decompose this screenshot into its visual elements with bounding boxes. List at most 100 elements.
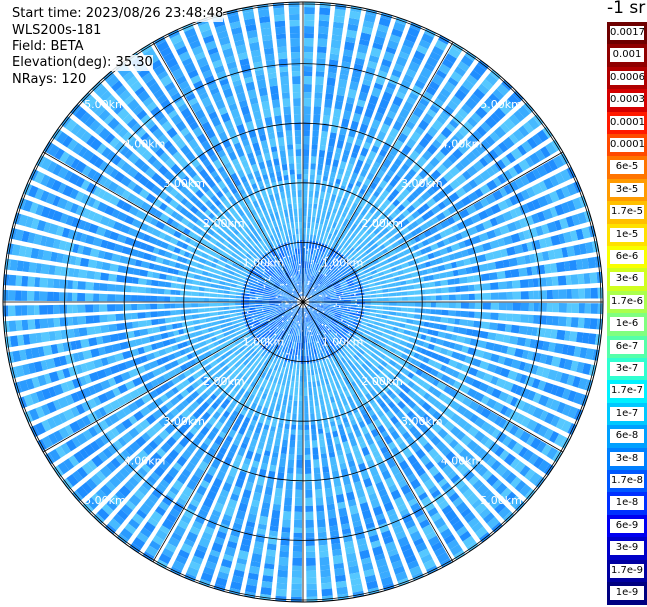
range-gate xyxy=(157,288,165,295)
range-gate xyxy=(278,564,289,571)
range-gate xyxy=(317,38,328,48)
range-gate xyxy=(290,174,296,180)
range-gate xyxy=(448,302,456,309)
range-gate xyxy=(303,66,313,72)
range-gate xyxy=(518,325,528,335)
range-gate xyxy=(303,58,313,67)
range-gate xyxy=(305,537,315,546)
range-gate xyxy=(296,454,303,460)
range-gate xyxy=(468,302,475,309)
range-gate xyxy=(107,294,116,302)
range-gate xyxy=(370,302,377,305)
range-gate xyxy=(292,545,302,552)
range-gate xyxy=(308,381,312,388)
range-gate xyxy=(279,550,289,558)
range-gate xyxy=(307,216,311,223)
range-gate xyxy=(305,505,314,512)
range-gate xyxy=(60,329,70,340)
range-gate xyxy=(275,588,287,597)
range-gate xyxy=(171,323,178,330)
range-gate xyxy=(303,169,309,175)
range-gate xyxy=(512,302,521,311)
range-gate xyxy=(138,278,147,285)
range-gate xyxy=(326,503,335,511)
range-gate xyxy=(115,304,124,312)
range-gate xyxy=(303,163,309,170)
range-gate xyxy=(440,317,449,324)
range-gate xyxy=(289,14,300,21)
range-gate xyxy=(273,107,282,117)
range-gate xyxy=(318,20,330,28)
range-gate xyxy=(209,303,218,307)
range-gate xyxy=(286,136,293,145)
range-gate xyxy=(131,286,138,293)
range-gate xyxy=(294,216,298,223)
range-gate xyxy=(133,268,141,276)
range-gate xyxy=(217,298,224,302)
range-gate xyxy=(85,281,94,291)
range-gate xyxy=(269,85,279,95)
range-gate xyxy=(296,169,302,175)
range-gate xyxy=(285,130,293,137)
range-gate xyxy=(291,570,302,578)
range-gate xyxy=(318,544,329,552)
range-gate xyxy=(276,427,283,434)
range-gate xyxy=(180,309,186,315)
range-gate xyxy=(145,287,151,294)
range-gate xyxy=(59,317,69,327)
range-gate xyxy=(170,310,176,316)
range-gate xyxy=(324,479,332,489)
range-gate xyxy=(150,303,158,310)
range-gate xyxy=(27,305,35,316)
range-gate xyxy=(557,316,567,327)
range-gate xyxy=(59,304,68,314)
range-gate xyxy=(508,335,519,345)
range-gate xyxy=(322,466,330,473)
range-gate xyxy=(108,273,117,282)
range-gate xyxy=(284,114,292,123)
range-gate xyxy=(281,84,290,94)
range-gate xyxy=(309,395,313,401)
range-gate xyxy=(289,163,295,170)
range-gate xyxy=(191,291,199,297)
range-gate xyxy=(481,321,490,330)
range-gate xyxy=(137,303,146,310)
range-gate xyxy=(323,107,332,116)
range-gate xyxy=(276,33,286,40)
range-gate xyxy=(279,71,289,78)
range-gate xyxy=(552,303,559,313)
range-gate xyxy=(459,319,468,326)
range-gate xyxy=(303,375,307,382)
range-gate xyxy=(280,537,290,546)
range-gate xyxy=(498,302,507,311)
range-gate xyxy=(315,497,324,506)
range-gate xyxy=(313,203,318,209)
range-gate xyxy=(255,302,262,305)
range-gate xyxy=(77,304,86,313)
range-gate xyxy=(490,312,499,321)
range-gate xyxy=(175,309,181,315)
range-gate xyxy=(282,98,291,107)
range-gate xyxy=(303,179,308,185)
range-gate xyxy=(324,99,333,109)
range-gate xyxy=(77,292,86,302)
range-gate xyxy=(430,309,436,315)
range-gate xyxy=(48,265,56,275)
range-gate xyxy=(316,505,325,512)
range-gate xyxy=(53,278,60,289)
range-gate xyxy=(290,179,296,185)
range-gate xyxy=(320,446,327,454)
range-gate xyxy=(262,39,274,49)
range-gate xyxy=(291,424,297,430)
range-gate xyxy=(314,92,323,99)
range-gate xyxy=(320,137,327,146)
range-gate xyxy=(425,308,431,314)
range-gate xyxy=(317,423,323,430)
range-gate xyxy=(298,419,303,425)
range-gate xyxy=(185,297,192,302)
range-gate xyxy=(279,545,290,552)
range-gate xyxy=(299,395,303,401)
range-gate xyxy=(164,317,172,324)
range-gate xyxy=(316,169,323,176)
range-gate xyxy=(303,76,313,85)
